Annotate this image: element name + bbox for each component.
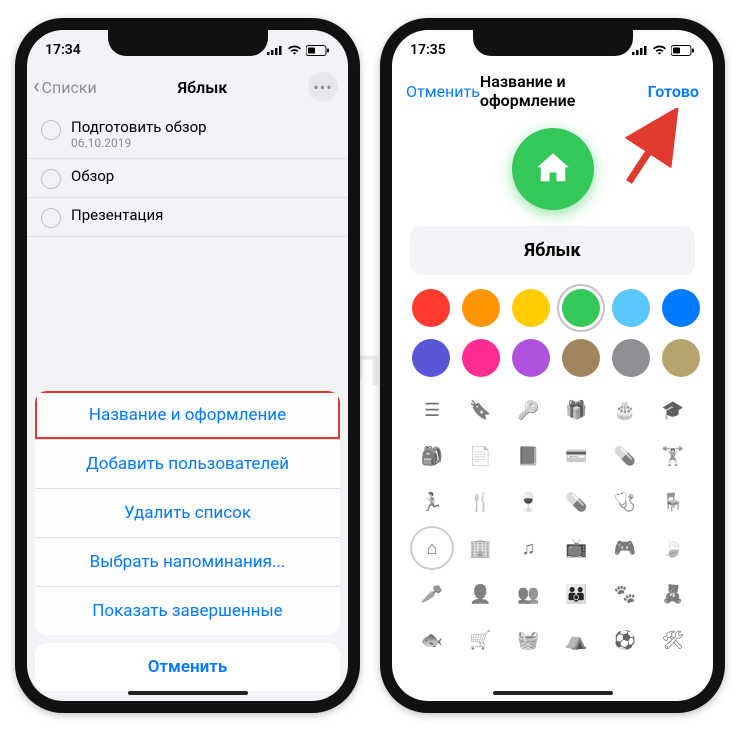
color-orange[interactable] bbox=[462, 289, 500, 327]
color-blue[interactable] bbox=[662, 289, 700, 327]
status-time: 17:35 bbox=[410, 42, 446, 58]
bookmark-icon[interactable]: 🔖 bbox=[461, 391, 499, 429]
music-icon[interactable]: ♫ bbox=[509, 529, 547, 567]
phone-left: 17:34 ‹ Списки Яблык ••• Подготовить обз… bbox=[15, 18, 360, 713]
color-pink[interactable] bbox=[462, 339, 500, 377]
soccer-icon[interactable]: ⚽ bbox=[606, 621, 644, 659]
sheet-item[interactable]: Удалить список bbox=[35, 489, 340, 538]
people-icon[interactable]: 👥 bbox=[509, 575, 547, 613]
tent-icon[interactable]: ⛺ bbox=[558, 621, 596, 659]
icon-picker: ☰ 🔖 🔑 🎁 🎂 🎓 🎒 📄 📕 💳 💊 🏋 🏃 🍴 🍷 💊 🩺 🪑 ⌂ 🏢 ♫ 📺 🎮 🍃 🥕 👤 👥 👪 🐾 🧸 🐟 🛒 🧺 ⛺ ⚽ 🛠 bbox=[392, 387, 713, 659]
carrot-icon[interactable]: 🥕 bbox=[413, 575, 451, 613]
cellular-icon bbox=[632, 45, 648, 55]
house-icon[interactable]: ⌂ bbox=[413, 529, 451, 567]
color-purple[interactable] bbox=[512, 339, 550, 377]
backpack-icon[interactable]: 🎒 bbox=[413, 437, 451, 475]
reminder-title: Обзор bbox=[71, 167, 114, 185]
cake-icon[interactable]: 🎂 bbox=[606, 391, 644, 429]
cart-icon[interactable]: 🛒 bbox=[461, 621, 499, 659]
building-icon[interactable]: 🏢 bbox=[461, 529, 499, 567]
dumbbell-icon[interactable]: 🏋 bbox=[654, 437, 692, 475]
reminder-row[interactable]: Презентация bbox=[27, 198, 348, 237]
reminder-subtitle: 06.10.2019 bbox=[71, 136, 207, 150]
teddy-icon[interactable]: 🧸 bbox=[654, 575, 692, 613]
basket-icon[interactable]: 🧺 bbox=[509, 621, 547, 659]
back-button[interactable]: ‹ Списки bbox=[33, 76, 97, 98]
color-indigo[interactable] bbox=[412, 339, 450, 377]
runner-icon[interactable]: 🏃 bbox=[413, 483, 451, 521]
reminder-radio[interactable] bbox=[41, 208, 61, 228]
color-picker bbox=[392, 289, 713, 387]
home-indicator[interactable] bbox=[493, 691, 613, 695]
list-icon[interactable]: ☰ bbox=[413, 391, 451, 429]
ellipsis-icon: ••• bbox=[313, 78, 332, 97]
arrow-annotation bbox=[617, 108, 687, 188]
family-icon[interactable]: 👪 bbox=[558, 575, 596, 613]
leaf-icon[interactable]: 🍃 bbox=[654, 529, 692, 567]
reminder-title: Презентация bbox=[71, 206, 163, 224]
color-lightblue[interactable] bbox=[612, 289, 650, 327]
sheet-item[interactable]: Выбрать напоминания... bbox=[35, 538, 340, 587]
reminder-title: Подготовить обзор bbox=[71, 118, 207, 136]
back-label: Списки bbox=[42, 78, 97, 97]
reminder-radio[interactable] bbox=[41, 120, 61, 140]
color-yellow[interactable] bbox=[512, 289, 550, 327]
gift-icon[interactable]: 🎁 bbox=[558, 391, 596, 429]
action-sheet: Название и оформлениеДобавить пользовате… bbox=[35, 391, 340, 691]
paw-icon[interactable]: 🐾 bbox=[606, 575, 644, 613]
stethoscope-icon[interactable]: 🩺 bbox=[606, 483, 644, 521]
tv-icon[interactable]: 📺 bbox=[558, 529, 596, 567]
fish-icon[interactable]: 🐟 bbox=[413, 621, 451, 659]
person-icon[interactable]: 👤 bbox=[461, 575, 499, 613]
cellular-icon bbox=[267, 45, 283, 55]
wineglass-icon[interactable]: 🍷 bbox=[509, 483, 547, 521]
house-icon bbox=[532, 148, 574, 190]
modal-title: Название и оформление bbox=[480, 72, 648, 110]
gamepad-icon[interactable]: 🎮 bbox=[606, 529, 644, 567]
reminders-list: Подготовить обзор06.10.2019 Обзор Презента… bbox=[27, 110, 348, 237]
book-icon[interactable]: 📕 bbox=[509, 437, 547, 475]
reminder-row[interactable]: Обзор bbox=[27, 159, 348, 198]
notch bbox=[108, 30, 268, 56]
battery-icon bbox=[671, 45, 695, 56]
chair-icon[interactable]: 🪑 bbox=[654, 483, 692, 521]
color-green[interactable] bbox=[562, 289, 600, 327]
phone-right: 17:35 Отменить Название и оформление Гот… bbox=[380, 18, 725, 713]
cancel-button[interactable]: Отменить bbox=[406, 82, 480, 101]
color-gray[interactable] bbox=[612, 339, 650, 377]
navbar: ‹ Списки Яблык ••• bbox=[27, 70, 348, 110]
wifi-icon bbox=[287, 45, 302, 56]
home-indicator[interactable] bbox=[128, 691, 248, 695]
battery-icon bbox=[306, 45, 330, 56]
key-icon[interactable]: 🔑 bbox=[509, 391, 547, 429]
color-brown[interactable] bbox=[562, 339, 600, 377]
graduation-icon[interactable]: 🎓 bbox=[654, 391, 692, 429]
pill-icon[interactable]: 💊 bbox=[558, 483, 596, 521]
list-badge bbox=[512, 128, 594, 210]
list-name-input[interactable]: Яблык bbox=[410, 226, 695, 275]
cutlery-icon[interactable]: 🍴 bbox=[461, 483, 499, 521]
creditcard-icon[interactable]: 💳 bbox=[558, 437, 596, 475]
sheet-item[interactable]: Название и оформление bbox=[35, 391, 340, 440]
status-time: 17:34 bbox=[45, 42, 81, 58]
reminder-radio[interactable] bbox=[41, 169, 61, 189]
wifi-icon bbox=[652, 45, 667, 56]
screen-title: Яблык bbox=[177, 78, 227, 97]
tools-icon[interactable]: 🛠 bbox=[654, 621, 692, 659]
notch bbox=[473, 30, 633, 56]
done-button[interactable]: Готово bbox=[648, 82, 699, 101]
sheet-item[interactable]: Добавить пользователей bbox=[35, 440, 340, 489]
sheet-item[interactable]: Показать завершенные bbox=[35, 587, 340, 635]
document-icon[interactable]: 📄 bbox=[461, 437, 499, 475]
pills-icon[interactable]: 💊 bbox=[606, 437, 644, 475]
color-khaki[interactable] bbox=[662, 339, 700, 377]
chevron-left-icon: ‹ bbox=[33, 76, 40, 98]
sheet-cancel-button[interactable]: Отменить bbox=[35, 643, 340, 691]
more-button[interactable]: ••• bbox=[308, 72, 338, 102]
color-red[interactable] bbox=[412, 289, 450, 327]
reminder-row[interactable]: Подготовить обзор06.10.2019 bbox=[27, 110, 348, 159]
